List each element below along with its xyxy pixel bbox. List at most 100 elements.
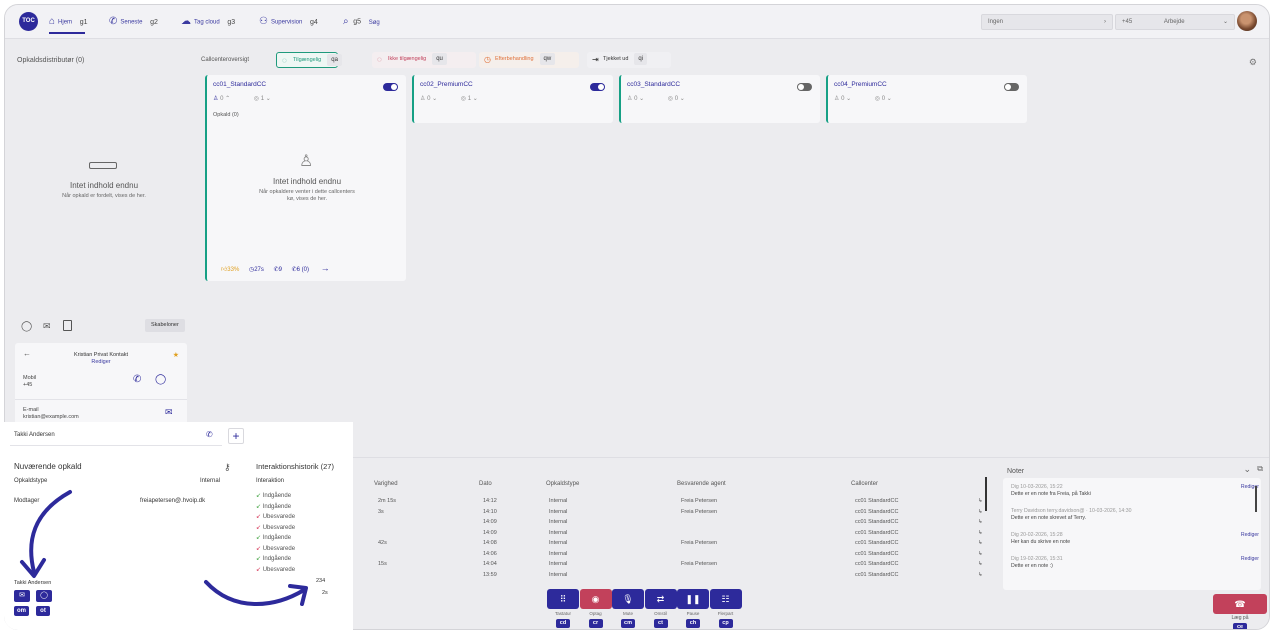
callcenter-counts: ♙ 0 ⌄ ◎ 1 ⌄	[420, 96, 478, 102]
status-select[interactable]: +45 Arbejde ⌄	[1115, 14, 1235, 30]
nav-recent[interactable]: ✆ Seneste g2	[109, 16, 158, 28]
tastatur-button[interactable]: ⠿	[547, 589, 579, 609]
mail-icon[interactable]: ✉	[165, 407, 173, 418]
row-action-icon[interactable]: ↳	[978, 498, 983, 504]
annotation-arrows	[20, 490, 308, 606]
calls-label: Opkald (0)	[213, 112, 239, 118]
scrollbar[interactable]	[985, 477, 987, 511]
pause-button[interactable]: ❚❚	[677, 589, 709, 609]
contact-edit-link[interactable]: Rediger	[15, 359, 187, 365]
column-call-type: Opkaldstype	[546, 481, 580, 487]
status-available-button[interactable]: ◌ Tilgængelig qa	[276, 52, 342, 68]
chat-icon[interactable]: ◯	[155, 374, 166, 385]
flerpart-button[interactable]: ☷	[709, 589, 742, 609]
history-cell: 14:06	[483, 550, 497, 557]
mail-icon[interactable]: ✉	[43, 321, 51, 332]
user-avatar[interactable]	[1237, 11, 1257, 31]
record-icon: ◉	[591, 594, 600, 604]
cloud-icon: ☁	[181, 16, 191, 27]
external-link-icon[interactable]: ⧉	[1257, 464, 1263, 474]
row-action-icon[interactable]: ↳	[978, 561, 983, 567]
notes-title: Noter	[1007, 468, 1025, 475]
hangup-button[interactable]: ☎	[1213, 594, 1267, 614]
app-logo[interactable]: TOC	[19, 12, 38, 31]
note-edit-link[interactable]: Rediger	[1241, 556, 1259, 563]
cc-empty-sub: Når opkaldere venter i dette callcenters…	[259, 189, 355, 202]
history-cell: Freia Petersen	[681, 508, 718, 515]
history-cell: 13:59	[483, 571, 497, 578]
row-action-icon[interactable]: ↳	[978, 519, 983, 525]
optag-button[interactable]: ◉	[579, 589, 612, 609]
distributor-empty-title: Intet indhold endnu	[69, 181, 139, 190]
history-cell: cc01 StandardCC	[855, 561, 899, 567]
callcenter-counts: ♙ 0 ⌃ ◎ 1 ⌄	[213, 96, 271, 102]
row-action-icon[interactable]: ↳	[978, 540, 983, 546]
settings-icon[interactable]: ⚙	[1249, 57, 1257, 68]
email-label: E-mail	[23, 407, 39, 413]
contact-name: Kristian Privat Kontakt	[73, 352, 129, 358]
callcenter-name[interactable]: cc01_StandardCC	[213, 81, 266, 88]
callcenter-name[interactable]: cc03_StandardCC	[627, 81, 680, 88]
chevron-down-icon[interactable]: ⌄	[1243, 464, 1251, 475]
queue-select[interactable]: Ingen ›	[981, 14, 1113, 30]
star-icon[interactable]: ★	[173, 351, 179, 359]
history-cell: 14:09	[483, 529, 497, 536]
row-action-icon[interactable]: ↳	[978, 530, 983, 536]
mute-button[interactable]: 🎙︎	[612, 589, 644, 609]
toggle-knob	[1005, 84, 1011, 90]
row-action-icon[interactable]: ↳	[978, 572, 983, 578]
nav-home[interactable]: ⌂ Hjem g1	[49, 16, 88, 28]
arrow-right-icon[interactable]: →	[321, 263, 330, 273]
history-cell: cc01 StandardCC	[855, 498, 899, 504]
mic-icon: 🎙︎	[622, 594, 634, 604]
callcenter-toggle[interactable]	[797, 83, 812, 91]
email-value: kristian@example.com	[23, 414, 79, 420]
control-shortcut: cd	[556, 619, 570, 628]
waiting-icon: ◎	[874, 96, 881, 102]
history-cell: 14:08	[483, 540, 497, 546]
transfer-icon: ⇄	[656, 594, 665, 604]
chevron-down-icon: ⌄	[1222, 19, 1228, 25]
notes-scrollbar[interactable]	[1255, 486, 1257, 512]
row-action-icon[interactable]: ↳	[978, 551, 983, 557]
arrow-left	[29, 490, 72, 574]
supervision-icon: ⚇	[259, 16, 268, 27]
control-label: Mute	[622, 611, 633, 616]
callcenter-toggle[interactable]	[383, 83, 398, 91]
contact-panel: ◯ ✉ Skabeloner ← Kristian Privat Kontakt…	[9, 311, 187, 431]
toggle-knob	[798, 84, 804, 90]
callcenter-name[interactable]: cc02_PremiumCC	[420, 81, 473, 88]
control-shortcut: cm	[621, 619, 635, 628]
call-icon[interactable]: ✆	[133, 374, 141, 385]
control-shortcut: cr	[588, 619, 603, 628]
column-duration: Varighed	[374, 481, 398, 487]
history-cell: Internal	[549, 529, 568, 536]
agent-icon: ♙	[213, 96, 219, 102]
current-call-overlay: Takki Andersen ✆ + Nuværende opkald ⚷ Op…	[4, 422, 353, 630]
note-edit-link[interactable]: Rediger	[1241, 532, 1259, 539]
distributor-empty-sub: Når opkald er fordelt, vises de her.	[62, 193, 146, 199]
control-shortcut: cp	[718, 619, 733, 628]
sms-icon[interactable]	[63, 320, 72, 331]
waiting-icon: ◎	[667, 96, 674, 102]
search-icon: ⌕	[343, 16, 349, 27]
nav-search[interactable]: ⌕ g5 Søg	[343, 16, 380, 28]
nav-supervision[interactable]: ⚇ Supervision g4	[259, 16, 318, 28]
callcenter-toggle[interactable]	[590, 83, 605, 91]
omstil-button[interactable]: ⇄	[644, 589, 677, 609]
history-cell: 2m 15s	[378, 498, 397, 504]
status-unavailable-button[interactable]: ◌ Ikke tilgængelig qu	[372, 52, 476, 68]
empty-box-icon	[89, 162, 117, 169]
templates-button[interactable]: Skabeloner	[145, 319, 185, 332]
row-action-icon[interactable]: ↳	[978, 509, 983, 515]
distributor-title: Opkaldsdistributør (0)	[17, 57, 85, 64]
nav-tag-cloud[interactable]: ☁ Tag cloud g3	[181, 16, 235, 28]
status-wrapup-button[interactable]: ◷ Efterbehandling qw	[479, 52, 579, 68]
nav-active-underline	[49, 32, 85, 34]
status-checkout-button[interactable]: ⇥ Tjekket ud qi	[587, 52, 671, 68]
keypad-icon: ⠿	[559, 594, 567, 604]
chat-icon[interactable]: ◯	[21, 321, 32, 332]
note-item: Dig 10-03-2026, 15:22 Dette er en note f…	[1011, 484, 1259, 497]
callcenter-toggle[interactable]	[1004, 83, 1019, 91]
callcenter-name[interactable]: cc04_PremiumCC	[834, 81, 887, 88]
